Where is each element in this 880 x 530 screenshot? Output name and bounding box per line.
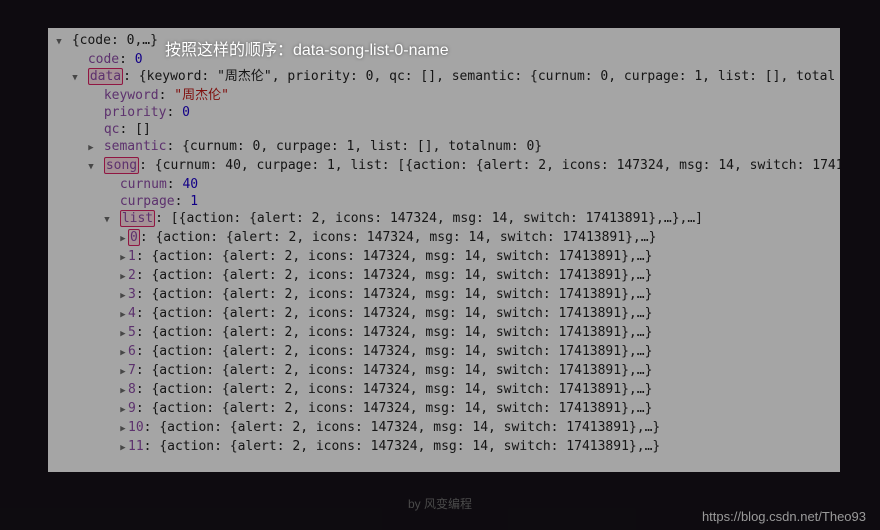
expand-arrow-icon[interactable] <box>118 400 128 419</box>
tree-row-list-item[interactable]: 11: {action: {alert: 2, icons: 147324, m… <box>48 438 840 457</box>
expand-arrow-icon[interactable] <box>118 362 128 381</box>
tree-row-list-item[interactable]: 5: {action: {alert: 2, icons: 147324, ms… <box>48 324 840 343</box>
tree-row-list-item[interactable]: 1: {action: {alert: 2, icons: 147324, ms… <box>48 248 840 267</box>
expand-arrow-icon[interactable] <box>118 248 128 267</box>
value-number: 40 <box>182 177 198 192</box>
key-label: priority <box>104 105 167 120</box>
key-label: 8 <box>128 382 136 397</box>
tree-row-list-item[interactable]: 7: {action: {alert: 2, icons: 147324, ms… <box>48 362 840 381</box>
key-label: 3 <box>128 287 136 302</box>
expand-arrow-icon[interactable] <box>118 286 128 305</box>
expand-arrow-icon[interactable] <box>118 305 128 324</box>
expand-arrow-icon[interactable] <box>70 68 80 87</box>
key-label: 6 <box>128 344 136 359</box>
tree-row-list[interactable]: list: [{action: {alert: 2, icons: 147324… <box>48 210 840 229</box>
value-string: "周杰伦" <box>174 88 229 103</box>
object-preview: {action: {alert: 2, icons: 147324, msg: … <box>151 363 652 378</box>
object-preview: {action: {alert: 2, icons: 147324, msg: … <box>159 439 660 454</box>
object-preview: {action: {alert: 2, icons: 147324, msg: … <box>151 325 652 340</box>
key-label: 11 <box>128 439 144 454</box>
key-label-highlighted: song <box>104 157 139 174</box>
key-label-highlighted: 0 <box>128 229 140 246</box>
tree-row-keyword[interactable]: keyword: "周杰伦" <box>48 87 840 104</box>
value-array: [] <box>135 122 151 137</box>
json-viewer-panel: {code: 0,…} code: 0 data: {keyword: "周杰伦… <box>48 28 840 472</box>
expand-arrow-icon[interactable] <box>118 324 128 343</box>
object-preview: {action: {alert: 2, icons: 147324, msg: … <box>151 268 652 283</box>
key-label: 7 <box>128 363 136 378</box>
value-number: 0 <box>135 52 143 67</box>
expand-arrow-icon[interactable] <box>118 419 128 438</box>
key-label: curnum <box>120 177 167 192</box>
key-label: code <box>88 52 119 67</box>
object-preview: {action: {alert: 2, icons: 147324, msg: … <box>151 401 652 416</box>
expand-arrow-icon[interactable] <box>118 438 128 457</box>
object-preview: {action: {alert: 2, icons: 147324, msg: … <box>151 306 652 321</box>
object-preview: {action: {alert: 2, icons: 147324, msg: … <box>159 420 660 435</box>
tree-row-curnum[interactable]: curnum: 40 <box>48 176 840 193</box>
tree-row-list-item[interactable]: 3: {action: {alert: 2, icons: 147324, ms… <box>48 286 840 305</box>
key-label: qc <box>104 122 120 137</box>
key-label-highlighted: data <box>88 68 123 85</box>
object-preview: {curnum: 0, curpage: 1, list: [], totaln… <box>182 139 542 154</box>
expand-arrow-icon[interactable] <box>118 343 128 362</box>
expand-arrow-icon[interactable] <box>118 267 128 286</box>
object-preview: {action: {alert: 2, icons: 147324, msg: … <box>151 287 652 302</box>
expand-arrow-icon[interactable] <box>102 210 112 229</box>
object-preview: {action: {alert: 2, icons: 147324, msg: … <box>151 382 652 397</box>
expand-arrow-icon[interactable] <box>118 229 128 248</box>
key-label: curpage <box>120 194 175 209</box>
expand-arrow-icon[interactable] <box>118 381 128 400</box>
array-preview: [{action: {alert: 2, icons: 147324, msg:… <box>171 211 703 226</box>
expand-arrow-icon[interactable] <box>86 157 96 176</box>
watermark-text: https://blog.csdn.net/Theo93 <box>702 509 866 524</box>
value-number: 1 <box>190 194 198 209</box>
expand-arrow-icon[interactable] <box>54 32 64 51</box>
key-label: 2 <box>128 268 136 283</box>
tree-row-list-item[interactable]: 10: {action: {alert: 2, icons: 147324, m… <box>48 419 840 438</box>
annotation-callout: 按照这样的顺序：data-song-list-0-name <box>165 36 449 60</box>
object-preview: {action: {alert: 2, icons: 147324, msg: … <box>151 249 652 264</box>
tree-row-list-item[interactable]: 2: {action: {alert: 2, icons: 147324, ms… <box>48 267 840 286</box>
key-label: 4 <box>128 306 136 321</box>
object-preview: {curnum: 40, curpage: 1, list: [{action:… <box>155 158 840 173</box>
key-label: 1 <box>128 249 136 264</box>
tree-row-list-item[interactable]: 9: {action: {alert: 2, icons: 147324, ms… <box>48 400 840 419</box>
value-number: 0 <box>182 105 190 120</box>
tree-row-curpage[interactable]: curpage: 1 <box>48 193 840 210</box>
key-label: semantic <box>104 139 167 154</box>
tree-row-song[interactable]: song: {curnum: 40, curpage: 1, list: [{a… <box>48 157 840 176</box>
tree-row-data[interactable]: data: {keyword: "周杰伦", priority: 0, qc: … <box>48 68 840 87</box>
tree-row-list-item[interactable]: 6: {action: {alert: 2, icons: 147324, ms… <box>48 343 840 362</box>
tree-row-priority[interactable]: priority: 0 <box>48 104 840 121</box>
tree-row-qc[interactable]: qc: [] <box>48 121 840 138</box>
tree-row-list-item[interactable]: 8: {action: {alert: 2, icons: 147324, ms… <box>48 381 840 400</box>
root-preview: {code: 0,…} <box>72 33 158 48</box>
tree-row-list-item[interactable]: 0: {action: {alert: 2, icons: 147324, ms… <box>48 229 840 248</box>
key-label: keyword <box>104 88 159 103</box>
object-preview: {action: {alert: 2, icons: 147324, msg: … <box>155 230 656 245</box>
key-label: 10 <box>128 420 144 435</box>
tree-row-semantic[interactable]: semantic: {curnum: 0, curpage: 1, list: … <box>48 138 840 157</box>
key-label: 9 <box>128 401 136 416</box>
tree-row-list-item[interactable]: 4: {action: {alert: 2, icons: 147324, ms… <box>48 305 840 324</box>
object-preview: {keyword: "周杰伦", priority: 0, qc: [], se… <box>139 69 835 84</box>
object-preview: {action: {alert: 2, icons: 147324, msg: … <box>151 344 652 359</box>
expand-arrow-icon[interactable] <box>86 138 96 157</box>
key-label: 5 <box>128 325 136 340</box>
key-label-highlighted: list <box>120 210 155 227</box>
